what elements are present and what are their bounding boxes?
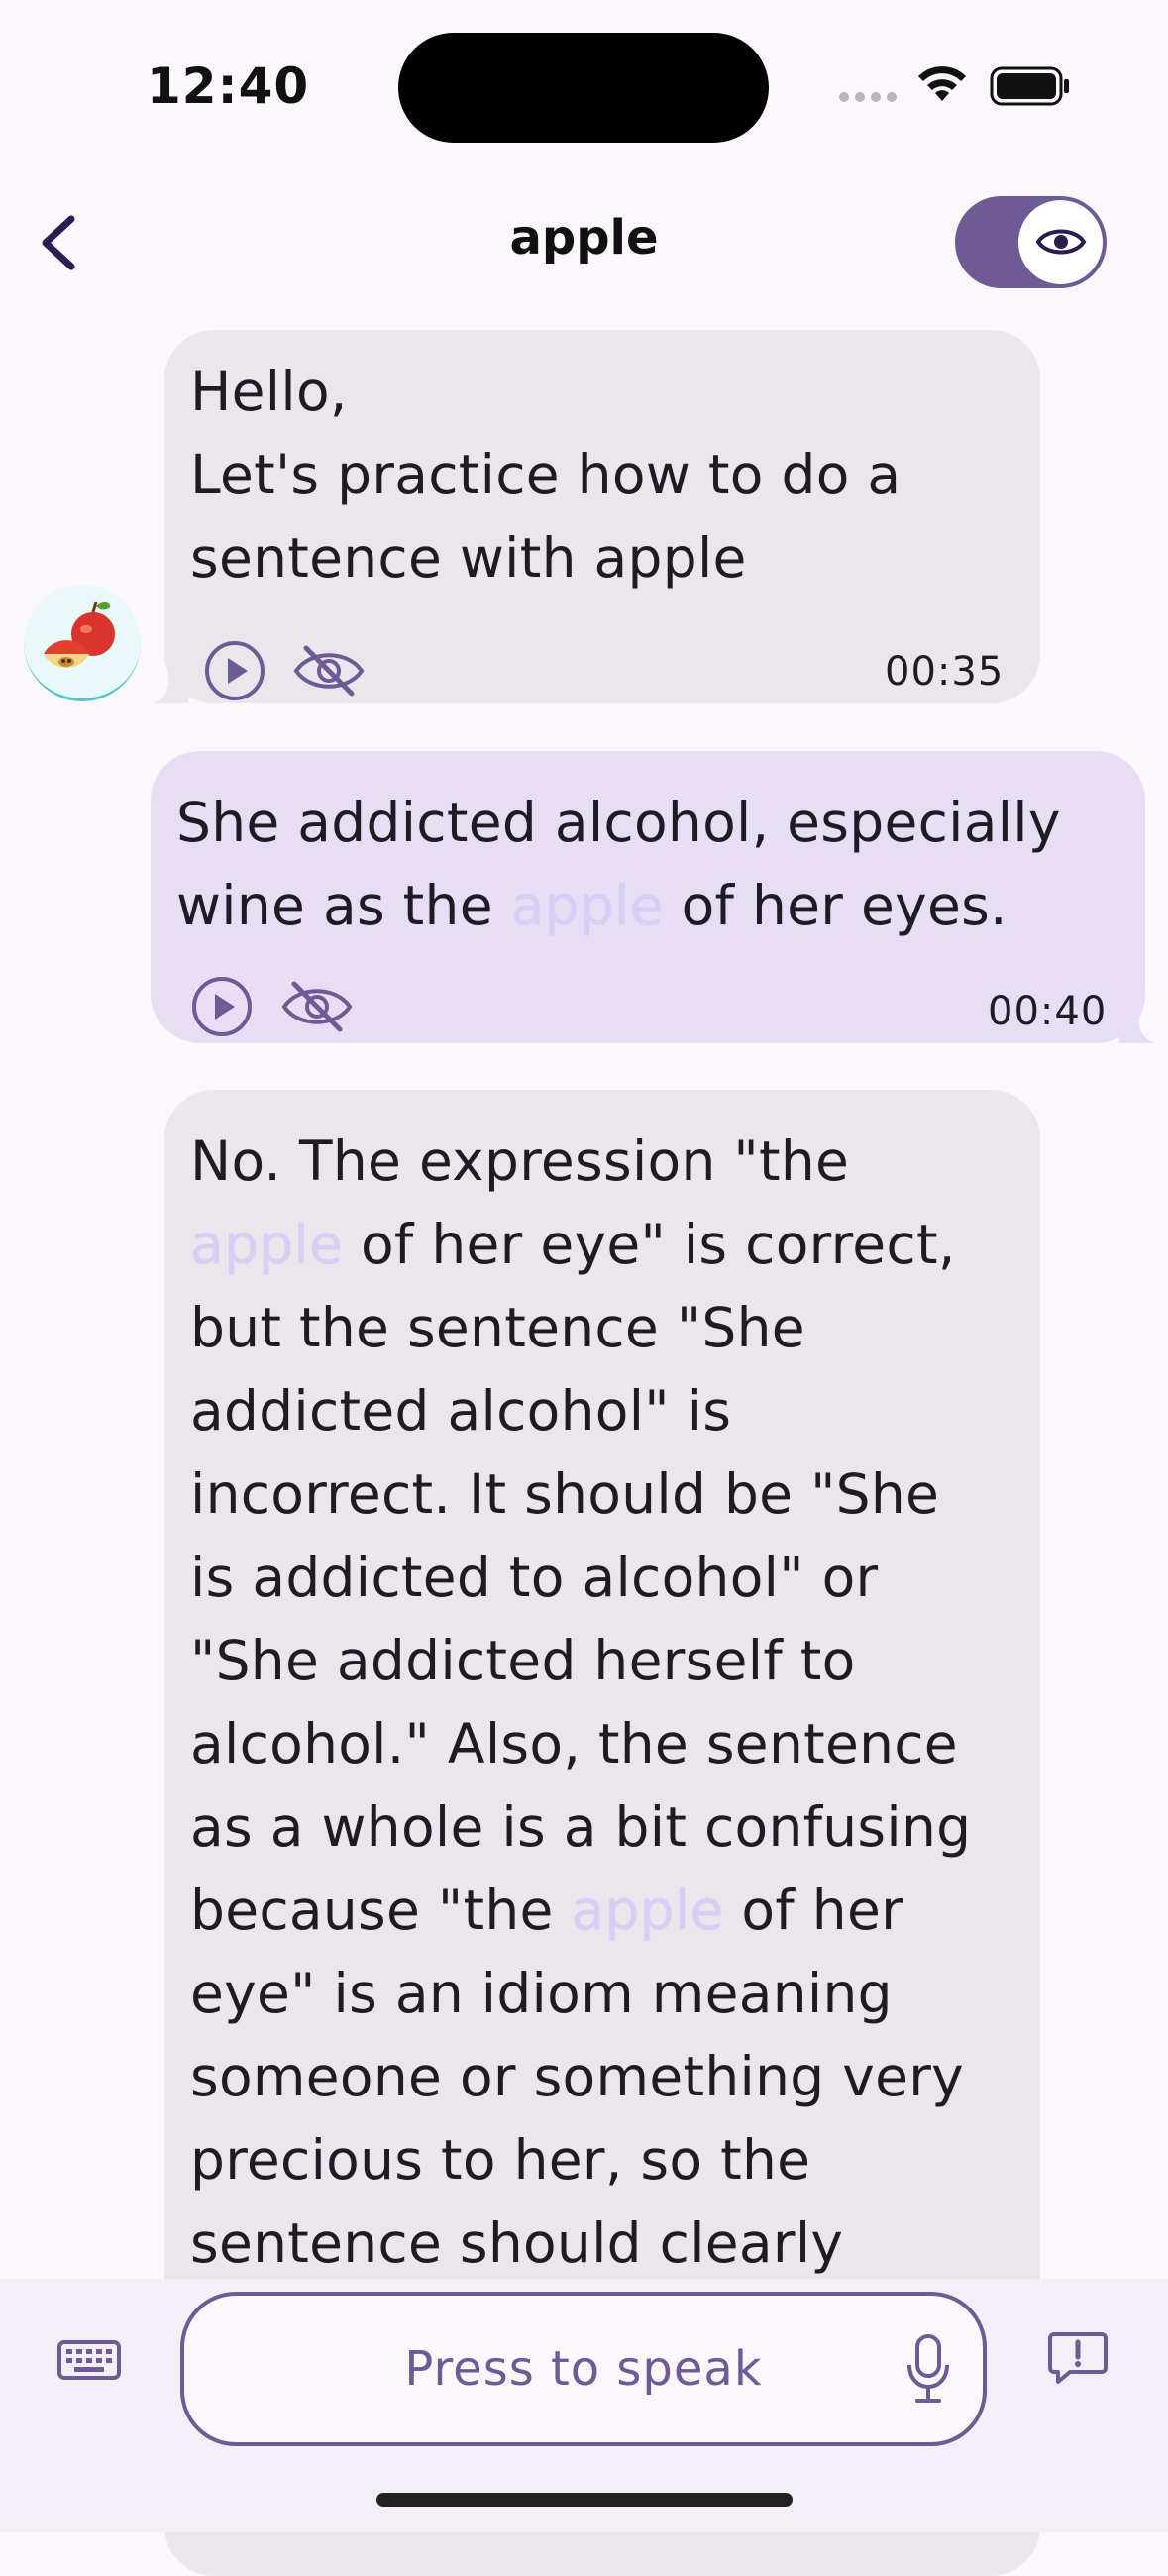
keyboard-icon[interactable]: [57, 2340, 121, 2380]
battery-icon: [990, 66, 1069, 106]
message-line: but the sentence "She: [190, 1296, 805, 1359]
eye-icon: [1035, 229, 1087, 255]
apple-avatar-image: [44, 601, 115, 668]
message-timestamp: 00:40: [988, 989, 1108, 1034]
message-line: addicted alcohol" is: [190, 1379, 732, 1443]
toggle-knob: [1018, 200, 1103, 284]
play-icon[interactable]: [190, 975, 254, 1038]
message-line: Hello,: [190, 360, 348, 423]
message-line: incorrect. It should be "She: [190, 1462, 940, 1526]
home-indicator: [376, 2493, 793, 2507]
eye-off-icon[interactable]: [292, 644, 366, 698]
hidden-word[interactable]: apple: [511, 874, 664, 937]
reveal-word-toggle[interactable]: [955, 196, 1107, 288]
message-line: someone or something very: [190, 2045, 965, 2108]
status-bar: 12:40: [0, 0, 1168, 168]
hidden-word[interactable]: apple: [571, 1878, 723, 1942]
status-time: 12:40: [147, 57, 310, 115]
microphone-icon[interactable]: [905, 2333, 951, 2405]
message-line: sentence with apple: [190, 526, 747, 590]
message-line: No. The expression "the: [190, 1129, 850, 1193]
feedback-icon[interactable]: [1048, 2330, 1108, 2386]
message-line: precious to her, so the: [190, 2128, 811, 2192]
message-line: apple of her eye" is correct,: [190, 1213, 956, 1276]
message-line: She addicted alcohol, especially: [176, 791, 1061, 854]
bot-avatar: [24, 585, 141, 701]
message-line: is addicted to alcohol" or: [190, 1546, 879, 1609]
message-line: sentence should clearly: [190, 2211, 844, 2275]
message-line: as a whole is a bit confusing: [190, 1795, 972, 1859]
message-line: alcohol." Also, the sentence: [190, 1712, 958, 1775]
wifi-icon: [918, 66, 966, 101]
message-line: wine as the apple of her eyes.: [176, 874, 1008, 937]
dynamic-island: [398, 33, 769, 143]
message-line: Let's practice how to do a: [190, 443, 902, 506]
eye-off-icon[interactable]: [280, 980, 354, 1033]
press-to-speak-label: Press to speak: [404, 2341, 763, 2397]
message-timestamp: 00:35: [885, 649, 1005, 695]
play-icon[interactable]: [203, 639, 266, 702]
hidden-word[interactable]: apple: [190, 1213, 343, 1276]
message-line: eye" is an idiom meaning: [190, 1962, 893, 2025]
message-line: because "the apple of her: [190, 1878, 904, 1942]
message-line: "She addicted herself to: [190, 1629, 856, 1692]
cellular-signal-icon: [839, 92, 897, 102]
